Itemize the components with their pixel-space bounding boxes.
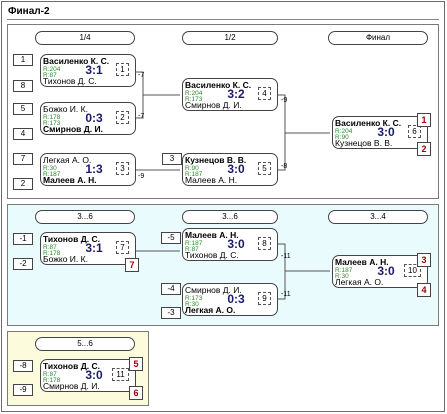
- round-header-consolation: 3...6: [182, 210, 278, 224]
- match-score: 3:0: [377, 264, 395, 278]
- seed-box: 8: [13, 80, 33, 92]
- match-card[interactable]: Тихонов Д. С. R:87 R:178 3:1 7 Божко И. …: [40, 232, 136, 265]
- match-number: 5: [258, 162, 271, 175]
- round-header-semifinal: 1/2: [182, 31, 278, 45]
- match-number: 3: [116, 162, 129, 175]
- player-name: Малеев А. Н.: [185, 175, 238, 185]
- loser-ref: -7: [138, 72, 145, 79]
- seed-box: -8: [13, 360, 33, 372]
- seed-box: 2: [13, 178, 33, 190]
- player-name: Малеев А. Н.: [43, 175, 97, 185]
- player-name: Божко И. К.: [43, 254, 88, 264]
- round-header-quarterfinal: 1/4: [35, 31, 135, 45]
- place-badge: 1: [417, 113, 431, 127]
- match-card[interactable]: Василенко К. С. R:204 R:173 3:2 4 Смирно…: [182, 78, 278, 111]
- match-score: 0:3: [227, 292, 245, 306]
- match-card[interactable]: Василенко К. С. R:204 R:87 3:1 1 Тихонов…: [40, 54, 136, 87]
- loser-ref: -11: [281, 291, 291, 298]
- seed-box: 7: [13, 153, 33, 165]
- round-header-third-place: 3...4: [328, 210, 428, 224]
- round-header-fifth-place: 5...6: [35, 337, 135, 351]
- match-score: 1:3: [85, 162, 103, 176]
- match-card[interactable]: Смирнов Д. И. R:173 R:30 0:3 9 Легкая А.…: [182, 283, 278, 316]
- match-number: 1: [116, 63, 129, 76]
- match-score: 0:3: [85, 111, 103, 125]
- match-card[interactable]: Легкая А. О. R:30 R:187 1:3 3 Малеев А. …: [40, 153, 136, 186]
- place-badge: 7: [125, 258, 139, 272]
- match-score: 3:1: [85, 241, 103, 255]
- match-card-fifth-place[interactable]: Тихонов Д. С. R:87 R:178 3:0 11 Смирнов …: [40, 359, 136, 392]
- loser-ref: -9: [138, 173, 145, 180]
- match-score: 3:0: [227, 237, 245, 251]
- match-number: 8: [258, 237, 271, 250]
- loser-ref: -8: [281, 163, 288, 170]
- place-badge: 4: [417, 283, 431, 297]
- seed-box: -3: [161, 307, 181, 319]
- seed-box: -5: [161, 232, 181, 244]
- player-name: Тихонов Д. С.: [185, 250, 239, 260]
- loser-ref: -11: [281, 253, 291, 260]
- player-name: Смирнов Д. И.: [43, 381, 100, 391]
- match-card-final[interactable]: Василенко К. С. R:204 R:90 3:0 6 Кузнецо…: [332, 116, 428, 149]
- player-name: Легкая А. О.: [185, 305, 236, 315]
- seed-box: 4: [13, 128, 33, 140]
- match-card-third-place[interactable]: Малеев А. Н. R:187 R:30 3:0 10 Легкая А.…: [332, 255, 428, 288]
- seed-box: 1: [13, 54, 33, 66]
- seed-box: -4: [161, 283, 181, 295]
- match-score: 3:0: [85, 368, 103, 382]
- match-card[interactable]: Малеев А. Н. R:187 R:87 3:0 8 Тихонов Д.…: [182, 228, 278, 261]
- place-badge: 6: [129, 386, 143, 400]
- match-score: 3:0: [227, 162, 245, 176]
- loser-ref: -7: [138, 113, 145, 120]
- match-number: 7: [116, 241, 129, 254]
- place-badge: 3: [417, 253, 431, 267]
- player-name: Смирнов Д. И.: [43, 124, 104, 134]
- player-name: Легкая А. О.: [335, 277, 384, 287]
- match-card[interactable]: Божко И. К. R:178 R:173 0:3 2 Смирнов Д.…: [40, 102, 136, 135]
- match-number: 9: [258, 292, 271, 305]
- seed-box: -2: [13, 258, 33, 270]
- match-card[interactable]: Кузнецов В. В. R:90 R:187 3:0 5 Малеев А…: [182, 153, 278, 186]
- round-header-consolation: 3...6: [35, 210, 135, 224]
- place-badge: 5: [129, 357, 143, 371]
- match-score: 3:2: [227, 87, 245, 101]
- match-number: 11: [112, 368, 129, 381]
- seed-box: 5: [13, 103, 33, 115]
- match-score: 3:0: [377, 125, 395, 139]
- player-name: Смирнов Д. И.: [185, 100, 242, 110]
- match-number: 4: [258, 87, 271, 100]
- seed-box: 3: [162, 153, 182, 165]
- seed-box: -1: [13, 233, 33, 245]
- loser-ref: -9: [281, 97, 288, 104]
- player-name: Тихонов Д. С.: [43, 76, 97, 86]
- player-name: Кузнецов В. В.: [335, 138, 393, 148]
- match-number: 2: [116, 111, 129, 124]
- round-header-final: Финал: [328, 31, 428, 45]
- place-badge: 2: [417, 142, 431, 156]
- seed-box: -9: [13, 384, 33, 396]
- match-score: 3:1: [85, 63, 103, 77]
